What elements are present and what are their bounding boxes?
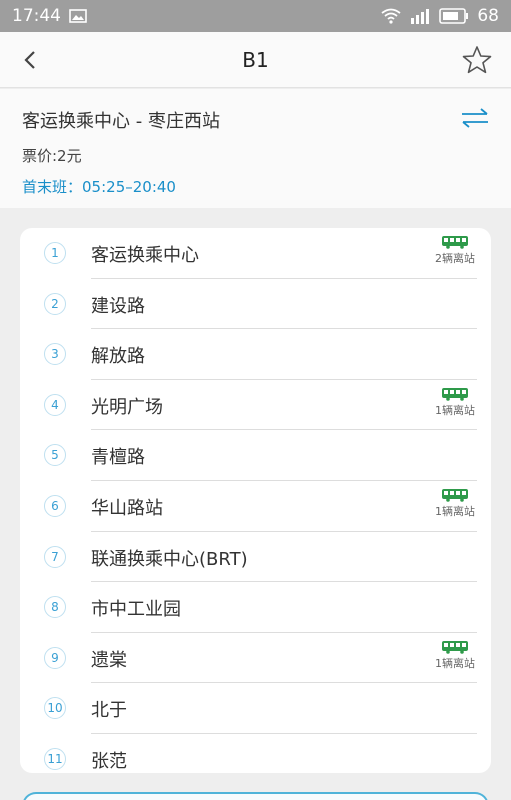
stop-name: 联通换乘中心(BRT) <box>91 548 248 570</box>
schedule-label: 首末班： <box>22 178 83 196</box>
stop-row[interactable]: 1 客运换乘中心 2辆离站 <box>20 228 491 279</box>
back-button[interactable] <box>14 44 46 76</box>
route-info-panel: 客运换乘中心 - 枣庄西站 票价:2元 首末班：05:25–20:40 <box>0 89 511 208</box>
bus-icon <box>442 489 468 502</box>
stop-name: 北于 <box>91 700 127 722</box>
stop-name: 华山路站 <box>91 498 163 519</box>
stop-row[interactable]: 9 遗棠 1辆离站 <box>20 633 491 684</box>
battery-icon <box>439 8 469 24</box>
stop-name: 客运换乘中心 <box>91 245 199 266</box>
stop-number: 3 <box>44 343 66 366</box>
stop-name: 建设路 <box>91 295 145 317</box>
signal-icon <box>409 8 431 24</box>
swap-arrows-icon <box>462 108 488 128</box>
schedule-time: 05:25–20:40 <box>82 178 176 196</box>
status-bar: 17:44 68 <box>0 0 511 32</box>
stop-number: 6 <box>44 495 66 517</box>
stop-number: 10 <box>44 697 66 720</box>
stop-number: 4 <box>44 393 66 416</box>
stop-row[interactable]: 4 光明广场 1辆离站 <box>20 380 491 431</box>
bus-count: 1辆离站 <box>435 656 475 670</box>
wifi-icon <box>381 8 401 24</box>
stop-row[interactable]: 3 解放路 <box>20 329 491 380</box>
gallery-notification-icon <box>69 9 87 23</box>
route-name: 客运换乘中心 - 枣庄西站 <box>22 111 220 132</box>
bus-badge: 2辆离站 <box>435 235 475 266</box>
star-icon <box>462 46 492 74</box>
status-time: 17:44 <box>12 6 61 26</box>
fare-text: 票价:2元 <box>22 147 82 165</box>
bus-count: 1辆离站 <box>435 403 475 417</box>
stop-name: 解放路 <box>91 346 145 368</box>
bus-icon <box>442 640 468 654</box>
bottom-action-bar[interactable] <box>22 792 489 800</box>
nav-bar: B1 <box>0 32 511 88</box>
stop-number: 8 <box>44 596 66 619</box>
bus-badge: 1辆离站 <box>435 488 475 519</box>
stop-number: 7 <box>44 545 66 568</box>
stop-number: 2 <box>44 292 66 315</box>
stop-number: 1 <box>44 242 66 264</box>
stop-row[interactable]: 5 青檀路 <box>20 430 491 481</box>
bus-badge: 1辆离站 <box>435 387 475 418</box>
stop-row[interactable]: 7 联通换乘中心(BRT) <box>20 532 491 583</box>
stop-row[interactable]: 10 北于 <box>20 683 491 734</box>
bus-count: 1辆离站 <box>435 505 475 518</box>
stop-number: 9 <box>44 646 66 669</box>
bus-icon <box>442 236 468 249</box>
chevron-left-icon <box>24 51 35 69</box>
stop-number: 11 <box>44 748 66 770</box>
bus-icon <box>442 387 468 401</box>
stop-name: 市中工业园 <box>91 599 181 621</box>
stop-name: 遗棠 <box>91 649 127 671</box>
swap-direction-button[interactable] <box>459 105 491 131</box>
stop-name: 青檀路 <box>91 447 145 469</box>
stop-row[interactable]: 8 市中工业园 <box>20 582 491 633</box>
bus-badge: 1辆离站 <box>435 640 475 671</box>
schedule-text: 首末班：05:25–20:40 <box>22 176 176 197</box>
stop-name: 张范 <box>91 751 127 772</box>
stop-row[interactable]: 11 张范 <box>20 734 491 773</box>
bus-count: 2辆离站 <box>435 252 475 265</box>
favorite-button[interactable] <box>459 42 495 78</box>
stop-list: 1 客运换乘中心 2辆离站 2 建设路 3 解放路 4 光明广场 1辆离站 5 青檀路 6 华山路站 1辆离… <box>20 228 491 773</box>
battery-level: 68 <box>477 6 499 26</box>
stop-row[interactable]: 6 华山路站 1辆离站 <box>20 481 491 532</box>
stop-name: 光明广场 <box>91 396 163 418</box>
page-title: B1 <box>242 47 269 72</box>
stop-number: 5 <box>44 444 66 467</box>
stop-row[interactable]: 2 建设路 <box>20 279 491 330</box>
